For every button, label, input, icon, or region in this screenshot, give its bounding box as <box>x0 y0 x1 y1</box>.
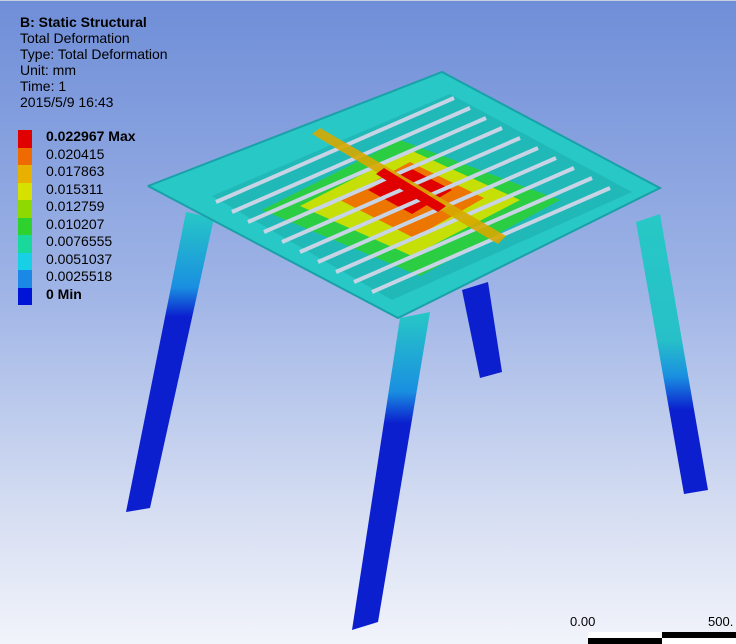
legend-label: 0.0076555 <box>46 233 113 249</box>
legend-swatch <box>18 200 32 218</box>
result-unit: Unit: mm <box>20 62 76 78</box>
result-time: Time: 1 <box>20 78 67 94</box>
legend-label: 0.0051037 <box>46 250 113 267</box>
scale-segment <box>588 632 662 638</box>
scale-segment <box>662 638 736 644</box>
result-name: Total Deformation <box>20 30 130 46</box>
legend-swatch <box>18 182 32 200</box>
legend-label: 0 Min <box>46 285 82 302</box>
table-leg-back <box>462 282 502 378</box>
legend-swatch <box>18 270 32 288</box>
legend-swatch <box>18 252 32 270</box>
legend-swatch <box>18 287 32 305</box>
result-type: Type: Total Deformation <box>20 46 168 62</box>
legend-swatch <box>18 165 32 183</box>
table-leg-right <box>636 214 708 494</box>
scale-ruler: 0.00 500. <box>570 614 736 644</box>
legend-swatch <box>18 130 32 148</box>
legend-swatch <box>18 147 32 165</box>
legend-swatch <box>18 217 32 235</box>
analysis-title: B: Static Structural <box>20 14 147 30</box>
legend-label: 0.020415 <box>46 145 105 162</box>
legend-label: 0.015311 <box>46 180 104 197</box>
table-leg-left <box>126 212 214 512</box>
legend-swatch <box>18 235 32 253</box>
result-header: B: Static Structural Total Deformation T… <box>20 14 168 110</box>
model-viewport[interactable]: B: Static Structural Total Deformation T… <box>0 0 736 644</box>
legend-label: 0.022967 Max <box>46 128 136 144</box>
scale-bar <box>588 632 736 644</box>
legend-label: 0.0025518 <box>46 268 113 284</box>
legend-label: 0.010207 <box>46 215 105 232</box>
legend-label: 0.017863 <box>46 163 105 179</box>
result-timestamp: 2015/5/9 16:43 <box>20 94 114 110</box>
table-leg-front <box>352 312 430 630</box>
legend-label: 0.012759 <box>46 198 105 214</box>
scale-max-label: 500. <box>708 614 734 629</box>
scale-min-label: 0.00 <box>570 614 596 629</box>
